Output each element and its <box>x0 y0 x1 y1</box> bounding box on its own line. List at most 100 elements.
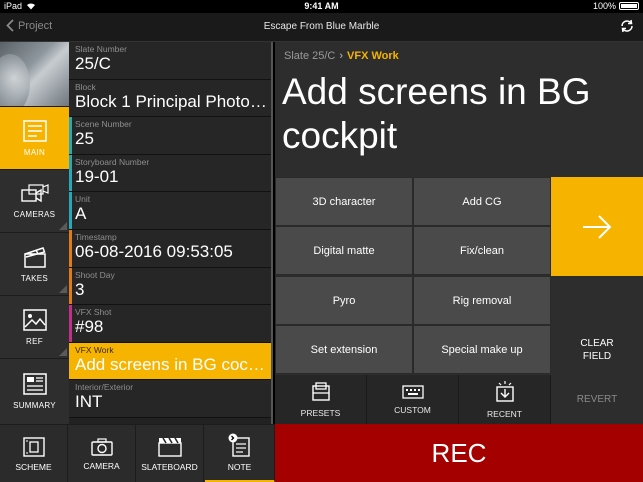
page-title: Escape From Blue Marble <box>263 21 380 32</box>
breadcrumb: Slate 25/C › VFX Work <box>284 50 399 62</box>
preset-button[interactable]: 3D character <box>275 177 413 226</box>
note-button[interactable]: NOTE <box>205 425 275 482</box>
field-value-display[interactable]: Add screens in BG cockpit <box>282 70 632 158</box>
preset-button[interactable]: Digital matte <box>275 226 413 275</box>
expand-corner-icon <box>59 348 67 356</box>
slateboard-button[interactable]: SLATEBOARD <box>136 425 204 482</box>
sidebar-item-main[interactable]: MAIN <box>0 106 69 169</box>
field-value: #98 <box>75 317 104 337</box>
bottom-label: NOTE <box>227 462 252 472</box>
field-unit[interactable]: Unit A <box>69 192 273 230</box>
presets-tab[interactable]: PRESETS <box>275 375 367 424</box>
field-value: 06-08-2016 09:53:05 <box>75 241 233 261</box>
field-label: Slate Number <box>75 44 127 54</box>
slateboard-icon <box>157 437 182 457</box>
category-stripe <box>69 229 72 267</box>
field-value: Add screens in BG cockpit <box>75 354 270 374</box>
revert-button[interactable]: REVERT <box>551 375 643 424</box>
recent-tab[interactable]: RECENT <box>459 375 551 424</box>
presets-icon <box>311 381 330 401</box>
tool-label: PRESETS <box>300 407 341 418</box>
category-stripe <box>69 154 72 192</box>
sync-button[interactable] <box>619 18 635 39</box>
sidebar-item-label: TAKES <box>20 273 49 283</box>
form-icon <box>22 119 47 142</box>
field-slate-number[interactable]: Slate Number 25/C <box>69 42 273 80</box>
category-stripe <box>69 117 72 154</box>
field-label: Shoot Day <box>75 269 115 280</box>
field-shoot-day[interactable]: Shoot Day 3 <box>69 267 273 306</box>
field-scene-number[interactable]: Scene Number 25 <box>69 117 273 155</box>
breadcrumb-field: VFX Work <box>347 50 399 62</box>
chevron-right-icon: › <box>339 50 344 62</box>
field-storyboard-number[interactable]: Storyboard Number 19-01 <box>69 154 273 193</box>
field-label: Interior/Exterior <box>75 382 134 393</box>
sidebar-item-label: CAMERAS <box>13 209 56 219</box>
clear-label-line2: FIELD <box>582 350 612 362</box>
breadcrumb-slate[interactable]: Slate 25/C <box>284 50 335 62</box>
bottom-label: CAMERA <box>83 460 120 471</box>
field-value: INT <box>75 392 103 412</box>
field-list: Slate Number 25/C Block Block 1 Principa… <box>69 42 273 424</box>
cameras-icon <box>20 183 49 202</box>
field-label: VFX Work <box>75 344 114 355</box>
field-timestamp[interactable]: Timestamp 06-08-2016 09:53:05 <box>69 229 273 268</box>
section-sidebar: MAIN CAMERAS TAKES REF SUMMARY <box>0 42 69 424</box>
expand-corner-icon <box>59 222 67 230</box>
status-bar: iPad 9:41 AM 100% <box>0 0 643 13</box>
reference-thumbnail[interactable] <box>0 42 69 106</box>
navigation-bar: Project Escape From Blue Marble <box>0 13 643 42</box>
record-button[interactable]: REC <box>275 424 643 482</box>
preset-button[interactable]: Add CG <box>413 177 551 226</box>
preset-button[interactable]: Special make up <box>413 325 551 374</box>
scheme-button[interactable]: SCHEME <box>0 425 68 482</box>
field-label: VFX Shot <box>75 307 112 318</box>
sidebar-item-label: SUMMARY <box>13 401 56 410</box>
note-icon <box>228 433 250 457</box>
camera-button[interactable]: CAMERA <box>68 425 136 482</box>
keyboard-icon <box>401 384 424 399</box>
battery-icon <box>619 2 639 10</box>
field-editor: Slate 25/C › VFX Work Add screens in BG … <box>275 42 643 424</box>
camera-icon <box>90 437 113 456</box>
field-label: Timestamp <box>75 231 117 242</box>
custom-tab[interactable]: CUSTOM <box>367 375 459 424</box>
clapperboard-icon <box>23 246 46 268</box>
preset-button[interactable]: Rig removal <box>413 276 551 325</box>
field-label: Block <box>75 81 96 92</box>
tool-label: RECENT <box>487 408 522 419</box>
scheme-icon <box>22 436 45 457</box>
category-stripe <box>69 192 72 229</box>
field-interior-exterior[interactable]: Interior/Exterior INT <box>69 380 273 418</box>
preset-button[interactable]: Set extension <box>275 325 413 374</box>
sidebar-item-cameras[interactable]: CAMERAS <box>0 169 69 232</box>
recent-icon <box>495 380 514 402</box>
field-list-scrollbar[interactable] <box>271 42 273 424</box>
tool-label: CUSTOM <box>394 404 431 415</box>
sidebar-item-takes[interactable]: TAKES <box>0 232 69 295</box>
sidebar-item-label: MAIN <box>23 147 46 157</box>
field-block[interactable]: Block Block 1 Principal Photography <box>69 79 273 118</box>
field-value: 25 <box>75 129 94 149</box>
clock: 9:41 AM <box>304 1 339 11</box>
field-label: Unit <box>75 194 91 205</box>
field-label: Storyboard Number <box>75 156 150 167</box>
preset-button[interactable]: Fix/clean <box>413 226 551 275</box>
bottom-label: SCHEME <box>15 461 52 472</box>
clear-label-line1: CLEAR <box>580 337 614 349</box>
field-value: 19-01 <box>75 166 119 186</box>
battery-percent: 100% <box>592 1 616 11</box>
field-value: A <box>75 204 87 224</box>
summary-icon <box>22 373 47 395</box>
preset-button[interactable]: Pyro <box>275 276 413 325</box>
bottom-toolbar: SCHEME CAMERA SLATEBOARD NOTE <box>0 424 275 482</box>
field-vfx-shot[interactable]: VFX Shot #98 <box>69 305 273 343</box>
sync-icon <box>621 19 633 33</box>
sidebar-item-summary[interactable]: SUMMARY <box>0 358 69 424</box>
bottom-label: SLATEBOARD <box>141 461 198 472</box>
field-vfx-work[interactable]: VFX Work Add screens in BG cockpit <box>69 342 273 381</box>
field-value: Block 1 Principal Photography <box>75 91 270 111</box>
sidebar-item-ref[interactable]: REF <box>0 295 69 358</box>
next-field-button[interactable] <box>551 177 643 276</box>
clear-field-button[interactable]: CLEAR FIELD <box>551 325 643 374</box>
